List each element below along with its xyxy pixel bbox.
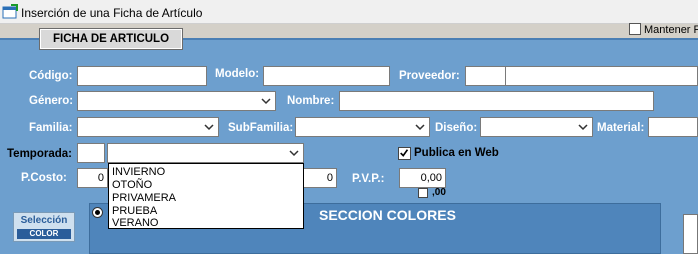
colors-radio[interactable]	[92, 207, 103, 218]
window-app-icon	[2, 4, 18, 19]
decimals-checkbox[interactable]	[418, 188, 428, 198]
chevron-down-icon[interactable]	[203, 121, 215, 133]
chevron-down-icon[interactable]	[577, 121, 589, 133]
color-badge: COLOR	[17, 229, 71, 239]
chevron-down-icon[interactable]	[260, 95, 272, 107]
nombre-input[interactable]	[339, 91, 654, 111]
proveedor-code-input[interactable]	[465, 66, 506, 86]
temporada-select[interactable]	[107, 143, 304, 163]
subfamilia-select[interactable]	[295, 117, 430, 137]
colors-section-title: SECCION COLORES	[319, 207, 456, 223]
genero-select[interactable]	[77, 91, 276, 111]
proveedor-label: Proveedor:	[399, 70, 460, 82]
checkmark-icon	[400, 149, 409, 157]
seleccion-color-button-label: Selección	[20, 215, 68, 226]
familia-select[interactable]	[77, 117, 219, 137]
pvp-label: P.V.P.:	[352, 173, 385, 185]
modelo-label: Modelo:	[215, 68, 260, 80]
pvp-input[interactable]: 0,00	[399, 168, 446, 188]
codigo-input[interactable]	[77, 66, 207, 86]
temporada-dropdown-list[interactable]: INVIERNO OTOÑO PRIVAMERA PRUEBA VERANO	[108, 163, 304, 229]
pcosto-input[interactable]: 0	[77, 168, 108, 188]
mantener-label: Mantener F	[644, 24, 698, 36]
codigo-label: Código:	[29, 70, 73, 82]
diseno-select[interactable]	[480, 117, 593, 137]
pcosto-label: P.Costo:	[21, 172, 67, 184]
temporada-option[interactable]: PRIVAMERA	[112, 192, 176, 204]
subfamilia-label: SubFamilia:	[228, 122, 294, 134]
modelo-input[interactable]	[263, 66, 390, 86]
temporada-option[interactable]: OTOÑO	[112, 179, 152, 191]
temporada-option[interactable]: INVIERNO	[112, 166, 165, 178]
window-title: Inserción de una Ficha de Artículo	[21, 6, 203, 20]
temporada-code-input[interactable]	[77, 143, 105, 163]
diseno-label: Diseño:	[435, 122, 478, 134]
temporada-option[interactable]: VERANO	[112, 217, 158, 229]
publica-web-label: Publica en Web	[414, 147, 499, 159]
proveedor-name-input[interactable]	[505, 66, 698, 86]
material-label: Material:	[597, 122, 645, 134]
decimals-label: ,00	[432, 187, 446, 198]
right-panel-box	[683, 214, 698, 254]
ficha-articulo-tab[interactable]: FICHA DE ARTICULO	[39, 28, 183, 50]
title-bar: Inserción de una Ficha de Artículo	[0, 0, 698, 24]
familia-label: Familia:	[29, 122, 73, 134]
chevron-down-icon[interactable]	[288, 147, 300, 159]
temporada-label: Temporada:	[7, 148, 72, 160]
temporada-option[interactable]: PRUEBA	[112, 205, 157, 217]
material-input[interactable]	[648, 117, 698, 137]
mantener-checkbox[interactable]: Mantener F	[629, 23, 698, 36]
publica-web-checkbox[interactable]	[398, 147, 411, 160]
nombre-label: Nombre:	[287, 95, 335, 107]
genero-label: Género:	[29, 95, 74, 107]
margin-input[interactable]: 0	[300, 168, 337, 188]
seleccion-color-button[interactable]: Selección COLOR	[13, 212, 75, 242]
chevron-down-icon[interactable]	[414, 121, 426, 133]
mantener-checkbox-box[interactable]	[629, 23, 641, 35]
